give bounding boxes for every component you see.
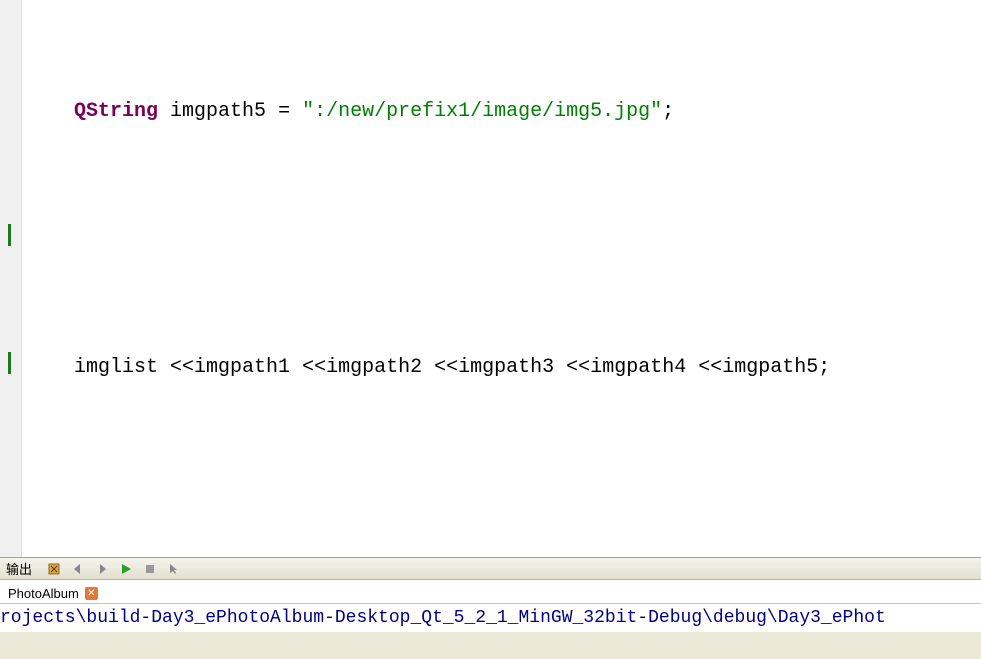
output-text[interactable]: rojects\build-Day3_ePhotoAlbum-Desktop_Q…	[0, 604, 981, 632]
editor-gutter	[0, 0, 22, 557]
tab-label: PhotoAlbum	[8, 586, 79, 601]
change-marker	[8, 352, 11, 374]
code-line: QString imgpath5 = ":/new/prefix1/image/…	[22, 96, 981, 128]
clear-icon[interactable]	[46, 561, 62, 577]
change-marker	[8, 224, 11, 246]
output-label: 输出	[4, 559, 38, 578]
output-panel: 输出 PhotoAlbum ✕ rojects\build-Day3_ePhot…	[0, 557, 981, 659]
run-icon[interactable]	[118, 561, 134, 577]
code-editor[interactable]: QString imgpath5 = ":/new/prefix1/image/…	[0, 0, 981, 557]
output-tab-bar: PhotoAlbum ✕	[0, 580, 981, 604]
output-tab[interactable]: PhotoAlbum ✕	[0, 584, 106, 603]
code-line	[22, 480, 981, 512]
code-line	[22, 224, 981, 256]
code-line: imglist <<imgpath1 <<imgpath2 <<imgpath3…	[22, 352, 981, 384]
prev-icon[interactable]	[70, 561, 86, 577]
next-icon[interactable]	[94, 561, 110, 577]
stop-icon[interactable]	[142, 561, 158, 577]
code-content[interactable]: QString imgpath5 = ":/new/prefix1/image/…	[22, 0, 981, 557]
close-icon[interactable]: ✕	[85, 587, 98, 600]
output-toolbar: 输出	[0, 558, 981, 580]
cursor-icon[interactable]	[166, 561, 182, 577]
